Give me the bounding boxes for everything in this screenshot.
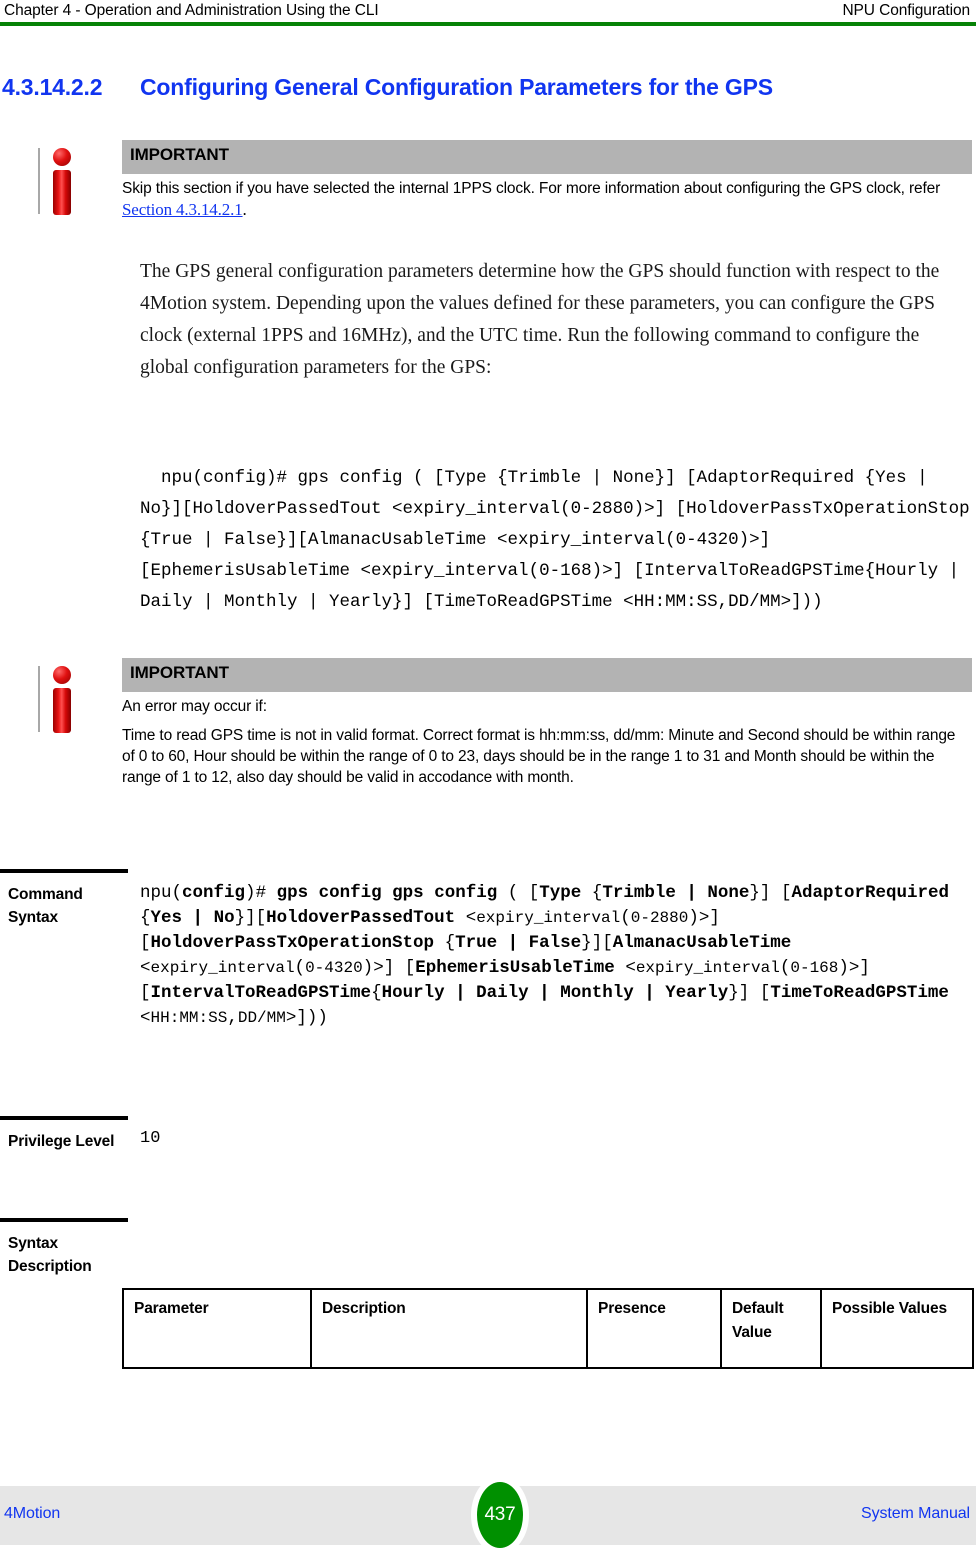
- command-syntax-label: Command Syntax: [8, 886, 83, 926]
- note-title-band: IMPORTANT: [122, 140, 972, 174]
- command-example-block: npu(config)# gps config ( [Type {Trimble…: [140, 432, 976, 618]
- column-header-possible-values: Possible Values: [820, 1288, 974, 1369]
- command-syntax-value-wrap: npu(config)# gps config gps config ( [Ty…: [140, 881, 976, 1031]
- note-body: Skip this section if you have selected t…: [122, 178, 972, 221]
- note1-text-after-link: .: [242, 200, 247, 219]
- footer-document-name: System Manual: [861, 1505, 970, 1522]
- page-title: 4.3.14.2.2 Configuring General Configurat…: [2, 74, 962, 101]
- row-top-rule: [0, 1218, 128, 1222]
- parameter-table: Parameter Description Presence Default V…: [122, 1288, 974, 1369]
- note-body: An error may occur if: Time to read GPS …: [122, 696, 972, 788]
- syntax-description-row: Syntax Description: [0, 1218, 976, 1288]
- header-divider-rule: [0, 22, 976, 26]
- note2-line-2: Time to read GPS time is not in valid fo…: [122, 727, 956, 786]
- page-number-badge: 437: [477, 1482, 523, 1548]
- column-header-description: Description: [310, 1288, 588, 1369]
- command-syntax-value: npu(config)# gps config gps config ( [Ty…: [140, 883, 949, 1028]
- column-header-presence: Presence: [586, 1288, 722, 1369]
- privilege-level-row: Privilege Level 10: [0, 1116, 976, 1216]
- header-chapter-title: Chapter 4 - Operation and Administration…: [4, 2, 379, 19]
- note-title-band: IMPORTANT: [122, 658, 972, 692]
- row-top-rule: [0, 869, 128, 873]
- command-syntax-row: Command Syntax npu(config)# gps config g…: [0, 869, 976, 1079]
- note-title: IMPORTANT: [130, 145, 229, 164]
- info-icon-dot: [53, 148, 71, 166]
- important-info-icon: [38, 146, 84, 218]
- column-header-parameter: Parameter: [122, 1288, 312, 1369]
- icon-left-rule: [38, 666, 40, 732]
- important-info-icon: [38, 664, 84, 736]
- page-footer: 4Motion 437 System Manual: [0, 1476, 976, 1554]
- table-header-row: Parameter Description Presence Default V…: [122, 1288, 974, 1369]
- info-icon-dot: [53, 666, 71, 684]
- info-icon-stem: [53, 688, 71, 733]
- section-cross-reference-link[interactable]: Section 4.3.14.2.1: [122, 200, 243, 219]
- privilege-level-value: 10: [140, 1129, 161, 1148]
- intro-paragraph: The GPS general configuration parameters…: [140, 261, 940, 378]
- note-title: IMPORTANT: [130, 663, 229, 682]
- footer-product-name: 4Motion: [4, 1505, 61, 1522]
- important-note-1: IMPORTANT Skip this section if you have …: [0, 140, 976, 240]
- column-header-default-value: Default Value: [720, 1288, 822, 1369]
- row-top-rule: [0, 1116, 128, 1120]
- section-title-text: Configuring General Configuration Parame…: [140, 74, 773, 100]
- important-note-2: IMPORTANT An error may occur if: Time to…: [0, 658, 976, 838]
- info-icon-stem: [53, 170, 71, 215]
- icon-left-rule: [38, 148, 40, 214]
- note2-line-1: An error may occur if:: [122, 698, 267, 715]
- command-example-text: npu(config)# gps config ( [Type {Trimble…: [140, 468, 970, 612]
- header-section-title: NPU Configuration: [842, 2, 970, 19]
- privilege-level-label: Privilege Level: [8, 1133, 115, 1150]
- note1-text-before-link: Skip this section if you have selected t…: [122, 180, 941, 197]
- section-number: 4.3.14.2.2: [2, 74, 103, 100]
- syntax-description-label: Syntax Description: [8, 1235, 92, 1275]
